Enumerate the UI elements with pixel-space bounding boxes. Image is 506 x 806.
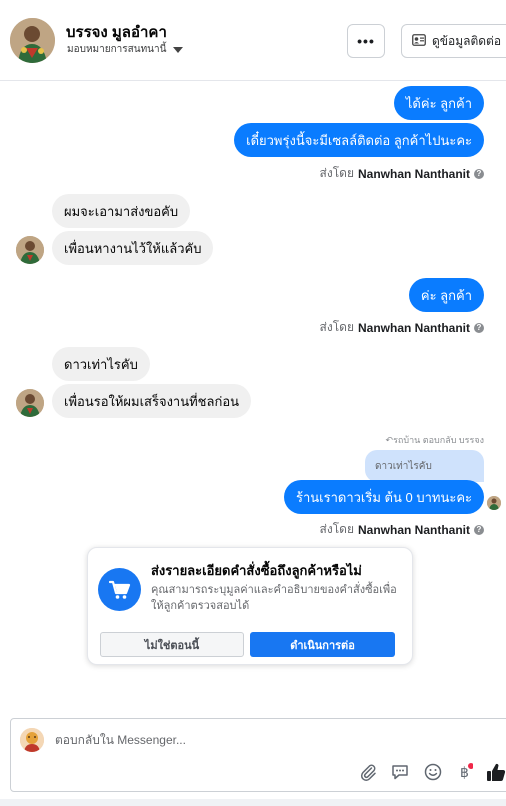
sent-by-label: ส่งโดย Nanwhan Nanthanit ? (320, 318, 484, 337)
help-icon[interactable]: ? (474, 524, 484, 535)
attachment-icon[interactable] (357, 761, 379, 783)
continue-button[interactable]: ดำเนินการต่อ (250, 632, 395, 657)
reply-arrow-icon: ↶ (385, 435, 394, 445)
emoji-icon[interactable] (422, 761, 444, 783)
sender-name[interactable]: Nanwhan Nanthanit (358, 321, 470, 335)
order-details-prompt-card: ส่งรายละเอียดคำสั่งซื้อถึงลูกค้าหรือไม่ … (87, 547, 413, 665)
reply-meta: ↶รถบ้าน ตอบกลับ บรรจง (385, 435, 484, 445)
caret-down-icon (173, 46, 184, 53)
outgoing-message[interactable]: ได้ค่ะ ลูกค้า (393, 86, 484, 120)
incoming-message[interactable]: เพื่อนหางานไว้ให้แล้วคับ (52, 231, 214, 265)
view-contact-info-button[interactable]: ดูข้อมูลติดต่อ (401, 24, 506, 58)
sent-by-prefix: ส่งโดย (319, 166, 354, 180)
sender-name[interactable]: Nanwhan Nanthanit (358, 167, 470, 181)
help-icon[interactable]: ? (474, 168, 484, 179)
outgoing-message[interactable]: ค่ะ ลูกค้า (408, 278, 484, 312)
help-icon[interactable]: ? (474, 322, 484, 333)
contact-avatar-small (16, 236, 44, 264)
more-icon: ••• (357, 33, 375, 49)
not-now-button[interactable]: ไม่ใช่ตอนนี้ (100, 632, 244, 657)
saved-reply-icon[interactable] (389, 761, 411, 783)
contact-avatar[interactable] (10, 18, 55, 63)
svg-text:฿: ฿ (460, 764, 469, 780)
cart-icon (98, 568, 141, 611)
incoming-message[interactable]: เพื่อนรอให้ผมเสร็จงานที่ชลก่อน (52, 384, 252, 418)
incoming-message[interactable]: ดาวเท่าไรคับ (52, 347, 150, 381)
assign-label: มอบหมายการสนทนานี้ (67, 44, 167, 55)
more-options-button[interactable]: ••• (347, 24, 385, 58)
assign-conversation-dropdown[interactable]: มอบหมายการสนทนานี้ (67, 42, 184, 57)
sent-by-label: ส่งโดย Nanwhan Nanthanit ? (320, 520, 484, 539)
message-composer: ฿ (10, 718, 506, 792)
quoted-message[interactable]: ดาวเท่าไรคับ (365, 450, 484, 482)
contact-name: บรรจง มูลอำคา (66, 24, 167, 41)
outgoing-message[interactable]: ร้านเราดาวเริ่ม ต้น 0 บาทนะคะ (284, 480, 484, 514)
sent-by-prefix: ส่งโดย (319, 522, 354, 536)
sent-by-prefix: ส่งโดย (319, 320, 354, 334)
page-avatar (20, 728, 44, 752)
sender-name[interactable]: Nanwhan Nanthanit (358, 523, 470, 537)
reply-input[interactable] (55, 733, 475, 747)
sent-by-label: ส่งโดย Nanwhan Nanthanit ? (320, 164, 484, 183)
contact-card-icon (412, 33, 426, 49)
baht-icon[interactable]: ฿ (453, 761, 475, 783)
conversation-header: บรรจง มูลอำคา มอบหมายการสนทนานี้ ••• ดูข… (0, 0, 506, 81)
card-description: คุณสามารถระบุมูลค่าและคำอธิบายของคำสั่งซ… (151, 584, 397, 612)
card-title: ส่งรายละเอียดคำสั่งซื้อถึงลูกค้าหรือไม่ (151, 563, 362, 578)
like-icon[interactable] (485, 761, 506, 783)
outgoing-message[interactable]: เดี๋ยวพรุ่งนี้จะมีเซลล์ติดต่อ ลูกค้าไปนะ… (234, 123, 484, 157)
contact-info-label: ดูข้อมูลติดต่อ (432, 33, 502, 48)
incoming-message[interactable]: ผมจะเอามาส่งขอคับ (52, 194, 191, 228)
read-receipt-avatar (487, 496, 501, 510)
bottom-divider (0, 799, 506, 806)
contact-avatar-small (16, 389, 44, 417)
